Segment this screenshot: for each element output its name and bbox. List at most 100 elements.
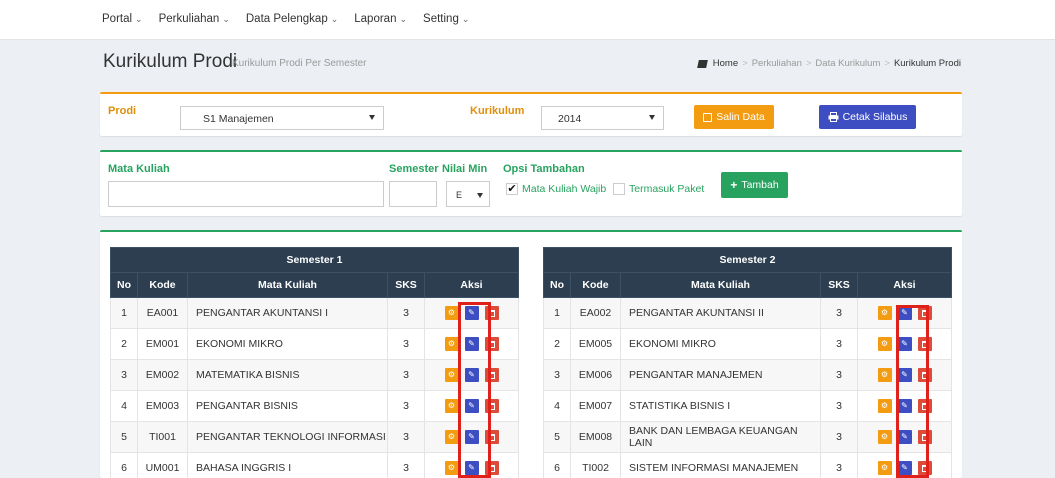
menu-label: Perkuliahan bbox=[158, 13, 220, 25]
cell-kode: UM001 bbox=[137, 452, 188, 478]
cell-no: 5 bbox=[110, 421, 138, 453]
breadcrumb-perkuliahan[interactable]: Perkuliahan bbox=[752, 58, 802, 69]
edit-button[interactable]: ✎ bbox=[897, 399, 912, 413]
cell-mata-kuliah: SISTEM INFORMASI MANAJEMEN bbox=[620, 452, 821, 478]
kurikulum-select-value: 2014 bbox=[558, 113, 582, 125]
delete-button[interactable] bbox=[917, 368, 932, 382]
cell-sks: 3 bbox=[820, 390, 858, 422]
settings-button[interactable]: ⚙ bbox=[877, 461, 892, 475]
menu-label: Setting bbox=[423, 13, 459, 25]
salin-data-label: Salin Data bbox=[716, 111, 765, 123]
menu-laporan[interactable]: Laporan ⌄ bbox=[354, 13, 407, 25]
cell-kode: TI001 bbox=[137, 421, 188, 453]
cell-sks: 3 bbox=[387, 390, 425, 422]
edit-button[interactable]: ✎ bbox=[464, 337, 479, 351]
pencil-icon: ✎ bbox=[468, 370, 475, 379]
delete-button[interactable] bbox=[484, 461, 499, 475]
gears-icon: ⚙ bbox=[447, 339, 456, 348]
delete-button[interactable] bbox=[484, 368, 499, 382]
cell-sks: 3 bbox=[820, 452, 858, 478]
delete-button[interactable] bbox=[917, 337, 932, 351]
edit-button[interactable]: ✎ bbox=[897, 368, 912, 382]
delete-button[interactable] bbox=[484, 399, 499, 413]
chevron-down-icon: ⌄ bbox=[461, 14, 470, 24]
mata-kuliah-input[interactable] bbox=[108, 181, 384, 207]
delete-button[interactable] bbox=[484, 337, 499, 351]
page-title: Kurikulum Prodi bbox=[103, 51, 238, 72]
delete-button[interactable] bbox=[484, 306, 499, 320]
trash-icon bbox=[488, 309, 495, 317]
delete-button[interactable] bbox=[917, 306, 932, 320]
settings-button[interactable]: ⚙ bbox=[877, 306, 892, 320]
cell-no: 5 bbox=[543, 421, 571, 453]
cetak-silabus-label: Cetak Silabus bbox=[842, 111, 908, 123]
settings-button[interactable]: ⚙ bbox=[444, 337, 459, 351]
cell-mata-kuliah: EKONOMI MIKRO bbox=[187, 328, 388, 360]
action-buttons: ⚙ ✎ bbox=[858, 461, 951, 475]
caret-down-icon bbox=[649, 115, 655, 120]
kurikulum-select[interactable]: 2014 bbox=[541, 106, 664, 130]
cell-kode: EM008 bbox=[570, 421, 621, 453]
settings-button[interactable]: ⚙ bbox=[877, 337, 892, 351]
menu-portal[interactable]: Portal ⌄ bbox=[102, 13, 143, 25]
delete-button[interactable] bbox=[917, 399, 932, 413]
cell-no: 3 bbox=[110, 359, 138, 391]
cell-kode: EM002 bbox=[137, 359, 188, 391]
settings-button[interactable]: ⚙ bbox=[444, 368, 459, 382]
breadcrumb-home[interactable]: Home bbox=[713, 58, 738, 69]
prodi-select[interactable]: S1 Manajemen bbox=[180, 106, 384, 130]
semester-input[interactable] bbox=[389, 181, 437, 207]
settings-button[interactable]: ⚙ bbox=[444, 430, 459, 444]
cell-aksi: ⚙ ✎ bbox=[424, 421, 519, 453]
settings-button[interactable]: ⚙ bbox=[444, 306, 459, 320]
mata-kuliah-wajib-label: Mata Kuliah Wajib bbox=[522, 183, 607, 195]
breadcrumb-data-kurikulum[interactable]: Data Kurikulum bbox=[815, 58, 880, 69]
cell-kode: EM005 bbox=[570, 328, 621, 360]
delete-button[interactable] bbox=[917, 461, 932, 475]
nilai-min-label: Nilai Min bbox=[442, 163, 488, 175]
tambah-button[interactable]: + Tambah bbox=[721, 172, 788, 198]
nilai-min-select[interactable]: E bbox=[446, 181, 490, 207]
settings-button[interactable]: ⚙ bbox=[444, 461, 459, 475]
settings-button[interactable]: ⚙ bbox=[877, 399, 892, 413]
cell-mata-kuliah: PENGANTAR AKUNTANSI I bbox=[187, 297, 388, 329]
chevron-down-icon: ⌄ bbox=[135, 14, 143, 24]
edit-button[interactable]: ✎ bbox=[464, 430, 479, 444]
edit-button[interactable]: ✎ bbox=[897, 461, 912, 475]
edit-button[interactable]: ✎ bbox=[897, 337, 912, 351]
table-row: 3 EM006 PENGANTAR MANAJEMEN 3 ⚙ ✎ bbox=[543, 359, 952, 391]
trash-icon bbox=[921, 433, 928, 441]
delete-button[interactable] bbox=[917, 430, 932, 444]
termasuk-paket-label: Termasuk Paket bbox=[629, 183, 705, 195]
pencil-icon: ✎ bbox=[901, 308, 908, 317]
mata-kuliah-wajib-checkbox[interactable]: ✔ Mata Kuliah Wajib bbox=[506, 183, 606, 195]
settings-button[interactable]: ⚙ bbox=[877, 430, 892, 444]
salin-data-button[interactable]: Salin Data bbox=[694, 105, 774, 129]
termasuk-paket-checkbox[interactable]: Termasuk Paket bbox=[613, 183, 704, 195]
edit-button[interactable]: ✎ bbox=[464, 461, 479, 475]
menu-perkuliahan[interactable]: Perkuliahan ⌄ bbox=[159, 13, 230, 25]
checkbox-empty-icon bbox=[613, 183, 625, 195]
pencil-icon: ✎ bbox=[901, 370, 908, 379]
cell-mata-kuliah: PENGANTAR AKUNTANSI II bbox=[620, 297, 821, 329]
delete-button[interactable] bbox=[484, 430, 499, 444]
edit-button[interactable]: ✎ bbox=[464, 368, 479, 382]
cell-aksi: ⚙ ✎ bbox=[424, 297, 519, 329]
settings-button[interactable]: ⚙ bbox=[877, 368, 892, 382]
edit-button[interactable]: ✎ bbox=[464, 306, 479, 320]
cell-aksi: ⚙ ✎ bbox=[857, 421, 952, 453]
cetak-silabus-button[interactable]: Cetak Silabus bbox=[819, 105, 916, 129]
edit-button[interactable]: ✎ bbox=[897, 306, 912, 320]
action-buttons: ⚙ ✎ bbox=[425, 461, 518, 475]
trash-icon bbox=[488, 371, 495, 379]
menu-setting[interactable]: Setting ⌄ bbox=[423, 13, 469, 25]
col-sks: SKS bbox=[820, 272, 858, 298]
cell-no: 1 bbox=[543, 297, 571, 329]
action-buttons: ⚙ ✎ bbox=[425, 430, 518, 444]
edit-button[interactable]: ✎ bbox=[897, 430, 912, 444]
edit-button[interactable]: ✎ bbox=[464, 399, 479, 413]
settings-button[interactable]: ⚙ bbox=[444, 399, 459, 413]
table-row: 1 EA001 PENGANTAR AKUNTANSI I 3 ⚙ ✎ bbox=[110, 297, 519, 329]
menu-data-pelengkap[interactable]: Data Pelengkap ⌄ bbox=[246, 13, 338, 25]
cell-sks: 3 bbox=[820, 359, 858, 391]
